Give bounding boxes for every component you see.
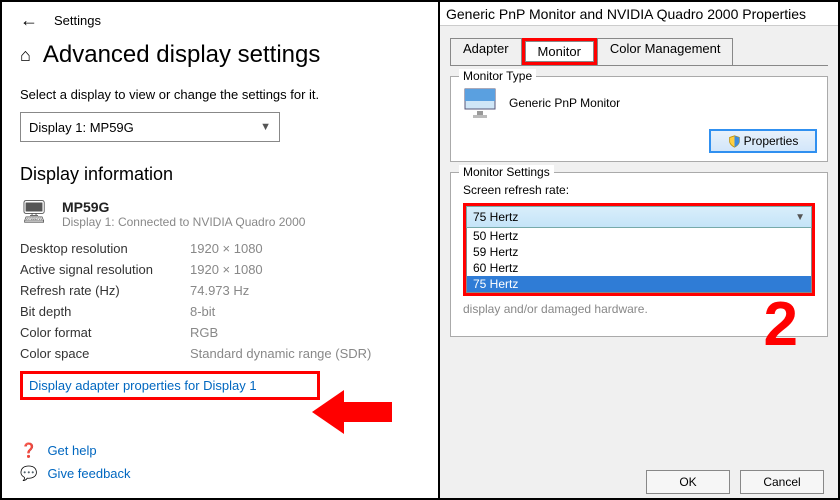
info-row: Desktop resolution1920 × 1080: [20, 241, 420, 256]
info-value: 74.973 Hz: [190, 283, 249, 298]
refresh-rate-value: 75 Hertz: [473, 210, 518, 224]
adapter-properties-link-highlight: Display adapter properties for Display 1: [20, 371, 320, 400]
tab-monitor-highlight: Monitor: [522, 38, 597, 65]
monitor-type-value: Generic PnP Monitor: [509, 96, 620, 110]
info-row: Color spaceStandard dynamic range (SDR): [20, 346, 420, 361]
chevron-down-icon: ▼: [260, 121, 271, 133]
tab-row: Adapter Monitor Color Management: [450, 38, 828, 66]
get-help-label: Get help: [47, 443, 96, 458]
refresh-rate-label: Screen refresh rate:: [463, 183, 815, 197]
settings-left-panel: ← Settings ⌂ Advanced display settings S…: [2, 2, 440, 498]
rate-option[interactable]: 50 Hertz: [467, 228, 811, 244]
properties-button-label: Properties: [744, 134, 799, 148]
refresh-rate-highlight: 75 Hertz ▼ 50 Hertz 59 Hertz 60 Hertz 75…: [463, 203, 815, 296]
display-selector-value: Display 1: MP59G: [29, 120, 134, 135]
display-select-instruction: Select a display to view or change the s…: [20, 87, 420, 102]
dialog-title: Generic PnP Monitor and NVIDIA Quadro 20…: [440, 2, 838, 26]
info-row: Color formatRGB: [20, 325, 420, 340]
monitor-name: MP59G: [62, 199, 305, 215]
info-value: Standard dynamic range (SDR): [190, 346, 371, 361]
info-row: Bit depth8-bit: [20, 304, 420, 319]
chevron-down-icon: ▼: [795, 212, 805, 223]
annotation-arrow: [312, 390, 392, 434]
properties-dialog: Generic PnP Monitor and NVIDIA Quadro 20…: [440, 2, 838, 498]
info-label: Bit depth: [20, 304, 190, 319]
info-value: 1920 × 1080: [190, 241, 263, 256]
shield-icon: [728, 135, 741, 148]
info-label: Desktop resolution: [20, 241, 190, 256]
info-label: Refresh rate (Hz): [20, 283, 190, 298]
refresh-rate-combobox[interactable]: 75 Hertz ▼: [466, 206, 812, 228]
info-value: RGB: [190, 325, 218, 340]
monitor-type-group: Monitor Type Generic PnP Monitor Propert…: [450, 76, 828, 162]
back-arrow-icon[interactable]: ←: [20, 10, 38, 31]
ok-button[interactable]: OK: [646, 470, 730, 494]
get-help-link[interactable]: ❓ Get help: [20, 442, 131, 459]
rate-option[interactable]: 59 Hertz: [467, 244, 811, 260]
rate-option-selected[interactable]: 75 Hertz: [467, 276, 811, 292]
give-feedback-label: Give feedback: [47, 466, 130, 481]
home-icon[interactable]: ⌂: [20, 45, 31, 66]
rate-option[interactable]: 60 Hertz: [467, 260, 811, 276]
info-label: Color format: [20, 325, 190, 340]
tab-adapter[interactable]: Adapter: [450, 38, 522, 65]
page-title: Advanced display settings: [43, 41, 321, 69]
feedback-icon: 💬: [20, 465, 37, 482]
info-value: 1920 × 1080: [190, 262, 263, 277]
info-row: Refresh rate (Hz)74.973 Hz: [20, 283, 420, 298]
help-icon: ❓: [20, 442, 37, 459]
info-label: Active signal resolution: [20, 262, 190, 277]
annotation-number-2: 2: [764, 289, 798, 360]
info-value: 8-bit: [190, 304, 215, 319]
monitor-settings-label: Monitor Settings: [459, 165, 554, 179]
monitor-type-label: Monitor Type: [459, 69, 536, 83]
info-row: Active signal resolution1920 × 1080: [20, 262, 420, 277]
hide-modes-note: display and/or damaged hardware.: [463, 302, 815, 316]
monitor-icon: 🖥: [20, 199, 48, 225]
display-info-heading: Display information: [20, 164, 420, 185]
tab-color-management[interactable]: Color Management: [597, 38, 734, 65]
monitor-glyph-icon: [463, 87, 499, 119]
tab-monitor[interactable]: Monitor: [525, 41, 594, 62]
monitor-connection: Display 1: Connected to NVIDIA Quadro 20…: [62, 215, 305, 229]
give-feedback-link[interactable]: 💬 Give feedback: [20, 465, 131, 482]
settings-app-label: Settings: [54, 13, 101, 28]
properties-button[interactable]: Properties: [709, 129, 817, 153]
adapter-properties-link[interactable]: Display adapter properties for Display 1: [29, 378, 257, 393]
cancel-button[interactable]: Cancel: [740, 470, 824, 494]
refresh-rate-options: 50 Hertz 59 Hertz 60 Hertz 75 Hertz: [466, 228, 812, 293]
display-selector[interactable]: Display 1: MP59G ▼: [20, 112, 280, 142]
info-label: Color space: [20, 346, 190, 361]
